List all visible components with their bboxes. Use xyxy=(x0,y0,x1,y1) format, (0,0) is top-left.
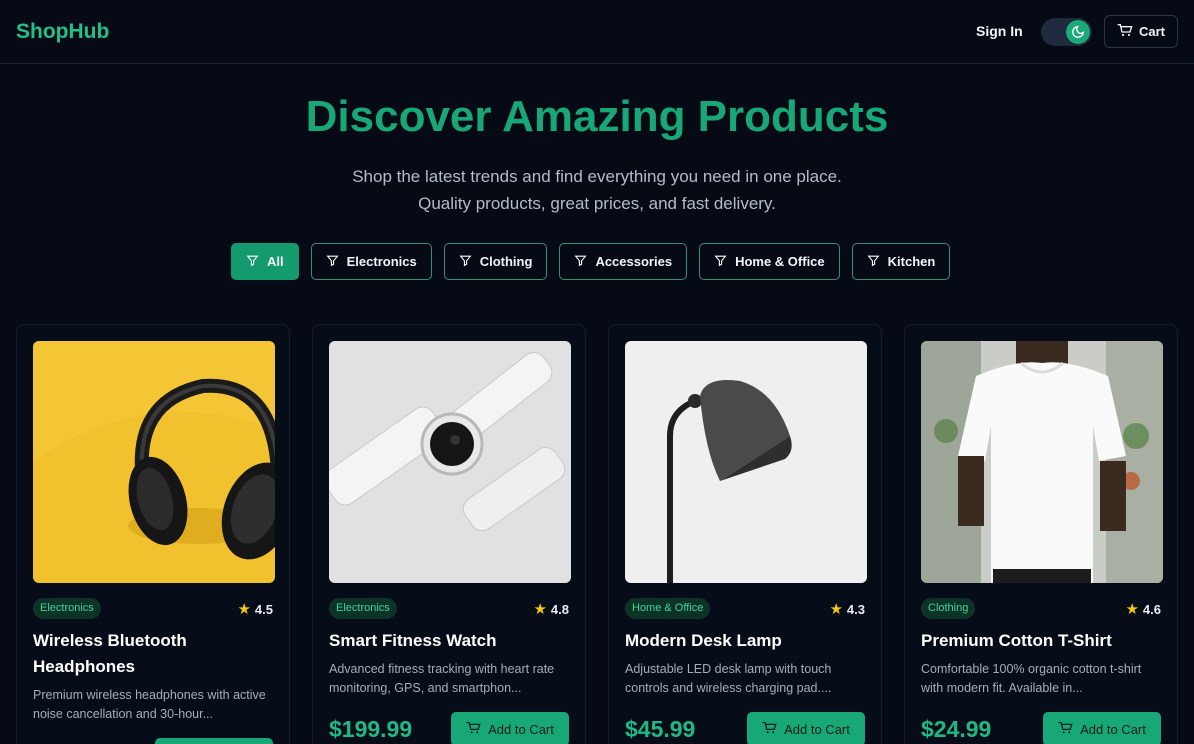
filter-electronics[interactable]: Electronics xyxy=(310,243,432,280)
filter-label: Home & Office xyxy=(735,254,825,269)
product-description: Premium wireless headphones with active … xyxy=(33,688,266,721)
filter-icon xyxy=(574,254,587,270)
filter-label: Accessories xyxy=(595,254,673,269)
cart-icon xyxy=(1058,721,1073,737)
filter-accessories[interactable]: Accessories xyxy=(559,243,688,280)
product-rating: ★ 4.3 xyxy=(829,600,865,618)
filter-icon xyxy=(459,254,472,270)
product-card[interactable]: Home & Office ★ 4.3 Modern Desk Lamp Adj… xyxy=(608,324,882,744)
rating-value: 4.5 xyxy=(254,601,273,617)
rating-value: 4.8 xyxy=(550,601,569,617)
hero-subtitle-line1: Shop the latest trends and find everythi… xyxy=(352,167,842,186)
add-to-cart-button[interactable]: Add to Cart xyxy=(451,712,569,744)
product-rating: ★ 4.5 xyxy=(237,600,273,618)
sign-in-link[interactable]: Sign In xyxy=(976,23,1023,39)
site-header: ShopHub Sign In Cart xyxy=(0,0,1194,64)
category-badge: Clothing xyxy=(921,598,976,619)
add-to-cart-button[interactable] xyxy=(155,738,273,744)
filter-clothing[interactable]: Clothing xyxy=(443,243,548,280)
product-description: Adjustable LED desk lamp with touch cont… xyxy=(625,662,832,695)
add-to-cart-label: Add to Cart xyxy=(1080,721,1146,737)
product-card[interactable]: Electronics ★ 4.8 Smart Fitness Watch Ad… xyxy=(312,324,586,744)
product-image-lamp[interactable] xyxy=(625,341,867,583)
product-description: Comfortable 100% organic cotton t-shirt … xyxy=(921,662,1142,695)
product-price: $45.99 xyxy=(625,716,696,742)
cart-icon xyxy=(466,721,481,737)
filter-icon xyxy=(246,254,259,270)
product-card[interactable]: Electronics ★ 4.5 Wireless Bluetooth Hea… xyxy=(16,324,290,744)
product-name[interactable]: Smart Fitness Watch xyxy=(329,628,573,654)
add-to-cart-label: Add to Cart xyxy=(784,721,850,737)
filter-label: Clothing xyxy=(479,254,533,269)
hero-subtitle: Shop the latest trends and find everythi… xyxy=(0,163,1194,217)
star-icon: ★ xyxy=(533,601,547,618)
rating-value: 4.3 xyxy=(846,601,865,617)
cart-icon xyxy=(762,721,777,737)
product-image-headphones[interactable] xyxy=(33,341,275,583)
filter-icon xyxy=(326,254,339,270)
star-icon: ★ xyxy=(237,601,251,618)
filter-icon xyxy=(714,254,727,270)
moon-icon xyxy=(1066,20,1090,44)
filter-icon xyxy=(867,254,880,270)
product-name[interactable]: Modern Desk Lamp xyxy=(625,628,869,654)
product-name[interactable]: Wireless Bluetooth Headphones xyxy=(33,628,277,680)
product-name[interactable]: Premium Cotton T-Shirt xyxy=(921,628,1165,654)
shophub-logo[interactable]: ShopHub xyxy=(16,20,109,44)
filter-label: Kitchen xyxy=(887,254,936,269)
product-description: Advanced fitness tracking with heart rat… xyxy=(329,662,555,695)
hero-subtitle-line2: Quality products, great prices, and fast… xyxy=(418,194,776,213)
product-card[interactable]: Clothing ★ 4.6 Premium Cotton T-Shirt Co… xyxy=(904,324,1178,744)
category-filters: All Electronics Clothing Accessories Hom… xyxy=(231,243,951,280)
product-image-watch[interactable] xyxy=(329,341,571,583)
hero-title: Discover Amazing Products xyxy=(305,92,889,141)
star-icon: ★ xyxy=(1125,601,1139,618)
category-badge: Home & Office xyxy=(625,598,711,619)
filter-kitchen[interactable]: Kitchen xyxy=(851,243,951,280)
product-rating: ★ 4.6 xyxy=(1125,600,1161,618)
filter-home-office[interactable]: Home & Office xyxy=(699,243,840,280)
filter-label: Electronics xyxy=(346,254,417,269)
theme-toggle[interactable] xyxy=(1041,18,1092,46)
cart-button[interactable]: Cart xyxy=(1104,15,1178,48)
rating-value: 4.6 xyxy=(1142,601,1161,617)
product-price: $199.99 xyxy=(329,716,413,742)
cart-label: Cart xyxy=(1138,24,1165,39)
cart-icon xyxy=(1117,23,1133,40)
add-to-cart-button[interactable]: Add to Cart xyxy=(1043,712,1161,744)
product-image-tshirt[interactable] xyxy=(921,341,1163,583)
category-badge: Electronics xyxy=(33,598,101,619)
add-to-cart-label: Add to Cart xyxy=(488,721,554,737)
star-icon: ★ xyxy=(829,601,843,618)
filter-label: All xyxy=(267,254,284,269)
add-to-cart-button[interactable]: Add to Cart xyxy=(747,712,865,744)
product-price: $24.99 xyxy=(921,716,992,742)
category-badge: Electronics xyxy=(329,598,397,619)
filter-all[interactable]: All xyxy=(231,243,299,280)
product-rating: ★ 4.8 xyxy=(533,600,569,618)
